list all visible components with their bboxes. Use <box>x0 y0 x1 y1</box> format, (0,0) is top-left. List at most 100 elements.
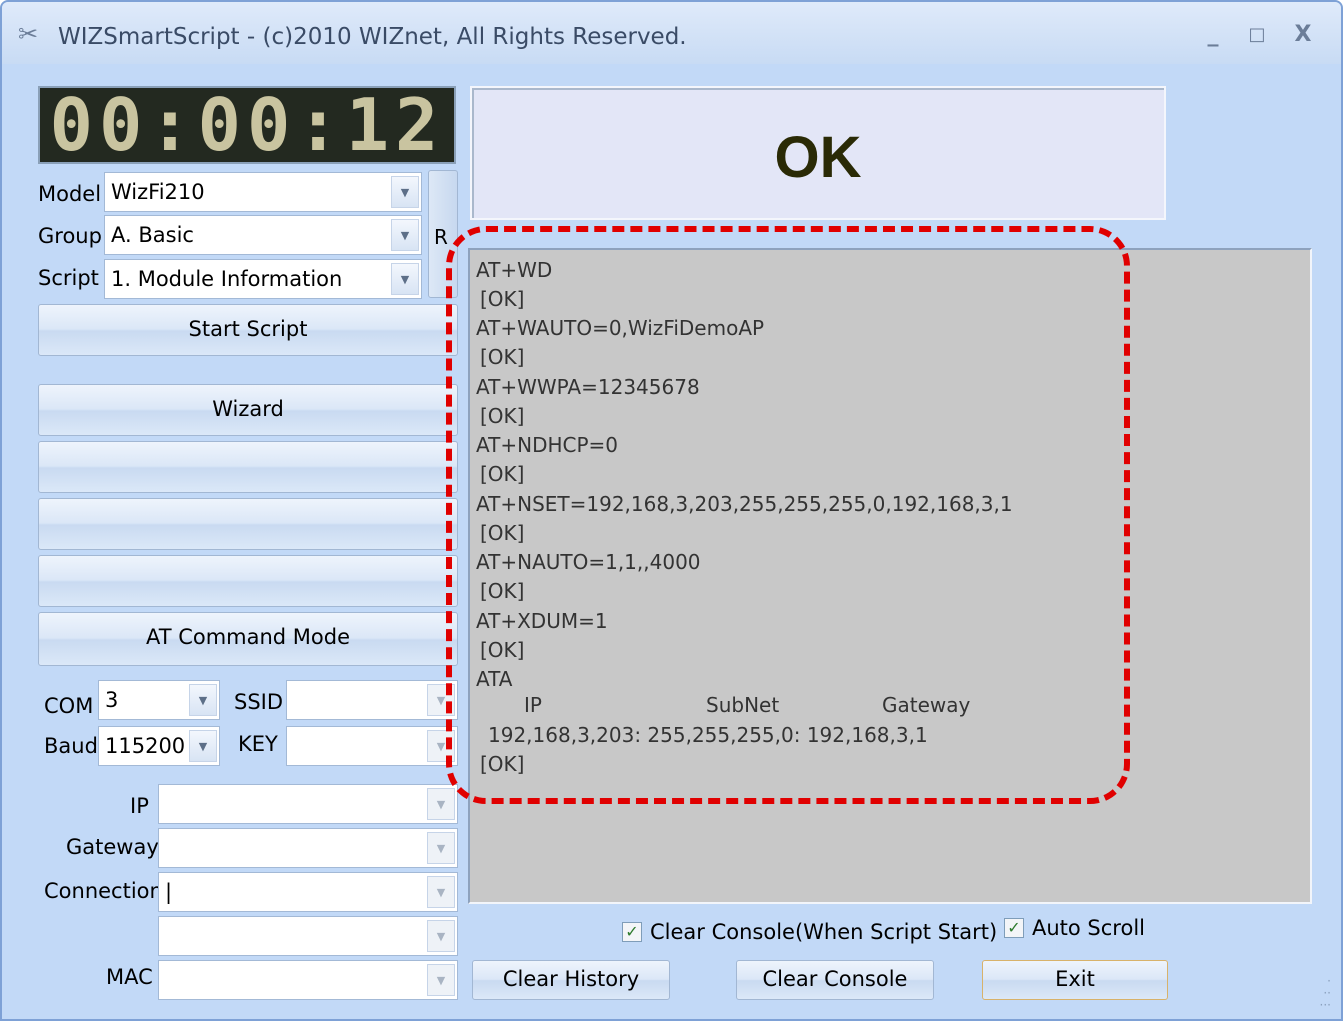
gateway-label: Gateway <box>66 835 159 859</box>
exit-label: Exit <box>1055 967 1095 991</box>
checkmark-icon[interactable]: ✓ <box>1004 918 1024 938</box>
elapsed-timer-display: 00:00:12 <box>38 86 456 164</box>
console-header-subnet: SubNet <box>706 693 780 717</box>
extra-select[interactable]: ▼ <box>158 916 458 956</box>
console-line: [OK] <box>480 345 525 369</box>
ip-label: IP <box>130 794 149 818</box>
chevron-down-icon[interactable]: ▼ <box>391 263 419 295</box>
chevron-down-icon[interactable]: ▼ <box>391 219 419 251</box>
console-line: [OK] <box>480 752 525 776</box>
console-line: AT+NSET=192,168,3,203,255,255,255,0,192,… <box>476 492 1013 516</box>
start-script-label: Start Script <box>188 317 308 341</box>
chevron-down-icon[interactable]: ▼ <box>427 730 455 762</box>
script-select[interactable]: 1. Module Information ▼ <box>104 259 422 299</box>
at-command-mode-label: AT Command Mode <box>145 625 351 649</box>
console-line: AT+NDHCP=0 <box>476 433 619 457</box>
clear-console-checkbox[interactable]: ✓ Clear Console(When Script Start) <box>622 920 997 944</box>
console-line: AT+WWPA=12345678 <box>476 375 700 399</box>
chevron-down-icon[interactable]: ▼ <box>427 876 455 908</box>
clear-history-button[interactable]: Clear History <box>472 960 670 1000</box>
connection-label: Connection <box>44 879 163 903</box>
gateway-select[interactable]: ▼ <box>158 828 458 868</box>
baud-select[interactable]: 115200 ▼ <box>98 726 220 766</box>
ip-select[interactable]: ▼ <box>158 784 458 824</box>
console-line: AT+XDUM=1 <box>476 609 608 633</box>
blank-button-3[interactable] <box>38 555 458 607</box>
chevron-down-icon[interactable]: ▼ <box>427 832 455 864</box>
auto-scroll-checkbox[interactable]: ✓ Auto Scroll <box>1004 916 1145 940</box>
blank-button-1-label <box>39 442 457 454</box>
close-button[interactable]: X <box>1288 20 1318 50</box>
chevron-down-icon[interactable]: ▼ <box>189 684 217 716</box>
console-line: [OK] <box>480 287 525 311</box>
chevron-down-icon[interactable]: ▼ <box>391 176 419 208</box>
com-select[interactable]: 3 ▼ <box>98 680 220 720</box>
connection-select[interactable]: | ▼ <box>158 872 458 912</box>
console-output[interactable]: AT+WD [OK] AT+WAUTO=0,WizFiDemoAP [OK] A… <box>468 248 1312 904</box>
model-select[interactable]: WizFi210 ▼ <box>104 172 422 212</box>
com-value: 3 <box>105 688 119 712</box>
model-label: Model <box>38 182 102 206</box>
timer-value: 00:00:12 <box>49 83 445 167</box>
group-label: Group <box>38 224 102 248</box>
main-window: ✂ WIZSmartScript - (c)2010 WIZnet, All R… <box>0 0 1343 1021</box>
status-text: OK <box>774 125 862 190</box>
clear-console-button[interactable]: Clear Console <box>736 960 934 1000</box>
console-line: [OK] <box>480 521 525 545</box>
resize-grip-icon[interactable]: · ·· ··· <box>1320 975 1331 1011</box>
console-table-row: 192,168,3,203: 255,255,255,0: 192,168,3,… <box>488 723 928 747</box>
ssid-select[interactable]: ▼ <box>286 680 458 720</box>
console-line: AT+WD <box>476 258 553 282</box>
blank-button-2-label <box>39 499 457 511</box>
connection-value: | <box>165 880 173 904</box>
baud-value: 115200 <box>105 734 186 758</box>
mac-label: MAC <box>106 965 153 989</box>
tools-icon: ✂ <box>18 20 39 48</box>
clear-console-checkbox-label: Clear Console(When Script Start) <box>650 920 998 944</box>
clear-history-label: Clear History <box>502 967 640 991</box>
exit-button[interactable]: Exit <box>982 960 1168 1000</box>
status-panel: OK <box>470 86 1166 220</box>
console-line: [OK] <box>480 404 525 428</box>
title-bar[interactable]: ✂ WIZSmartScript - (c)2010 WIZnet, All R… <box>2 2 1341 64</box>
console-line: AT+WAUTO=0,WizFiDemoAP <box>476 316 765 340</box>
chevron-down-icon[interactable]: ▼ <box>427 684 455 716</box>
console-header-gateway: Gateway <box>882 693 971 717</box>
clear-console-label: Clear Console <box>762 967 908 991</box>
baud-label: Baud <box>44 734 98 758</box>
console-header-ip: IP <box>524 693 542 717</box>
blank-button-1[interactable] <box>38 441 458 493</box>
key-select[interactable]: ▼ <box>286 726 458 766</box>
side-r-label: R <box>434 225 448 249</box>
mac-select[interactable]: ▼ <box>158 960 458 1000</box>
at-command-mode-button[interactable]: AT Command Mode <box>38 612 458 666</box>
checkmark-icon[interactable]: ✓ <box>622 922 642 942</box>
side-r-button[interactable]: R <box>428 170 458 298</box>
minimize-button[interactable]: _ <box>1198 20 1228 50</box>
key-label: KEY <box>238 732 278 756</box>
script-label: Script <box>38 266 99 290</box>
group-value: A. Basic <box>111 223 194 247</box>
script-value: 1. Module Information <box>111 267 343 291</box>
model-value: WizFi210 <box>111 180 205 204</box>
ssid-label: SSID <box>234 690 284 714</box>
blank-button-3-label <box>39 556 457 568</box>
window-title: WIZSmartScript - (c)2010 WIZnet, All Rig… <box>58 24 687 50</box>
blank-button-2[interactable] <box>38 498 458 550</box>
console-line: ATA <box>476 667 513 691</box>
chevron-down-icon[interactable]: ▼ <box>189 730 217 762</box>
wizard-label: Wizard <box>212 397 284 421</box>
group-select[interactable]: A. Basic ▼ <box>104 215 422 255</box>
chevron-down-icon[interactable]: ▼ <box>427 788 455 820</box>
console-line: AT+NAUTO=1,1,,4000 <box>476 550 701 574</box>
console-line: [OK] <box>480 579 525 603</box>
console-line: [OK] <box>480 638 525 662</box>
chevron-down-icon[interactable]: ▼ <box>427 920 455 952</box>
com-label: COM <box>44 694 94 718</box>
start-script-button[interactable]: Start Script <box>38 304 458 356</box>
chevron-down-icon[interactable]: ▼ <box>427 964 455 996</box>
wizard-button[interactable]: Wizard <box>38 384 458 436</box>
auto-scroll-checkbox-label: Auto Scroll <box>1032 916 1145 940</box>
console-line: [OK] <box>480 462 525 486</box>
maximize-button[interactable]: □ <box>1242 20 1272 50</box>
